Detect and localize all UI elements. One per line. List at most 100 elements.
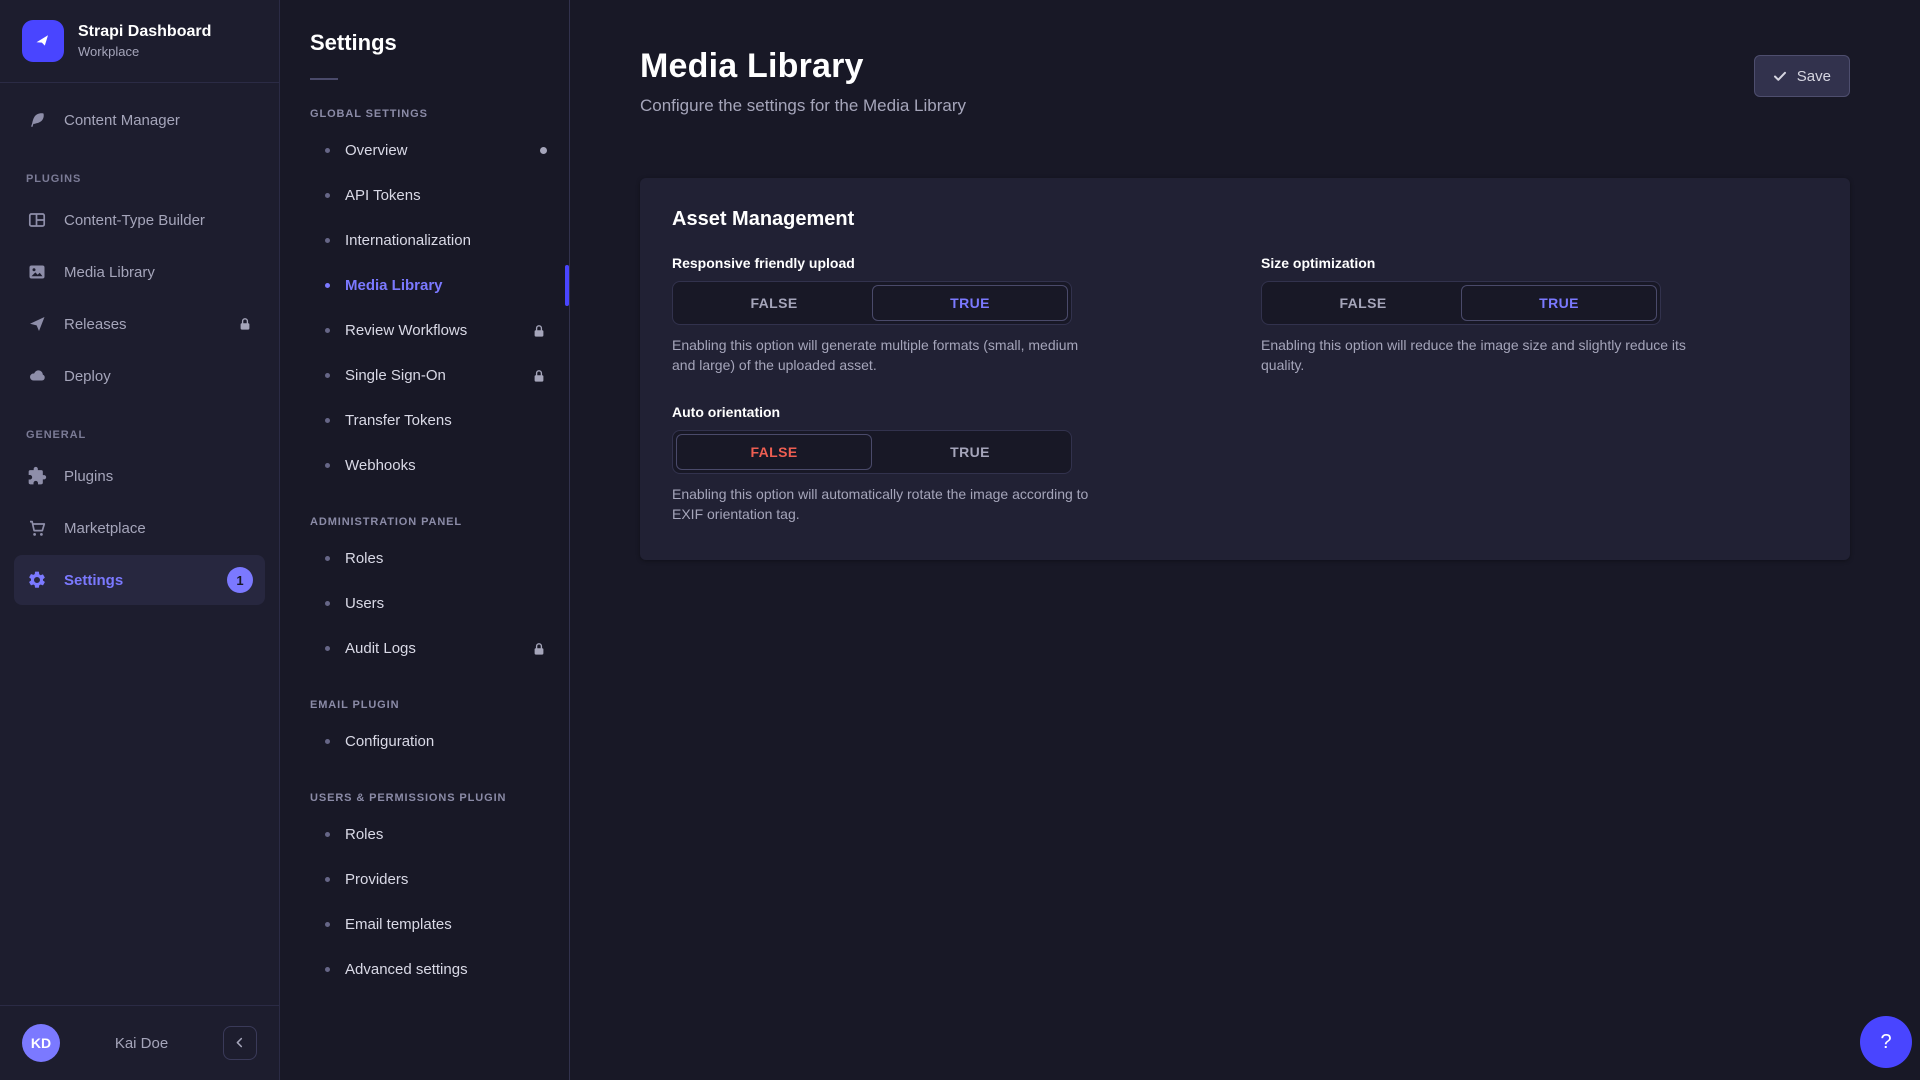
subnav-item-single-sign-on[interactable]: Single Sign-On	[280, 353, 569, 398]
nav-item-label: Deploy	[64, 368, 111, 385]
bullet-icon	[325, 283, 330, 288]
sidebar-footer: KD Kai Doe	[0, 1005, 279, 1080]
subnav-item-up-roles[interactable]: Roles	[280, 812, 569, 857]
main-content: Media Library Configure the settings for…	[570, 0, 1920, 1080]
user-name: Kai Doe	[60, 1035, 223, 1052]
nav-item-deploy[interactable]: Plugins Deploy	[14, 351, 265, 401]
field-label: Responsive friendly upload	[672, 255, 1229, 271]
subnav-item-media-library[interactable]: Media Library	[280, 263, 569, 308]
subnav-item-audit-logs[interactable]: Audit Logs	[280, 626, 569, 671]
bullet-icon	[325, 739, 330, 744]
size-optimization-toggle[interactable]: FALSE TRUE	[1261, 281, 1661, 325]
nav-section-plugins: PLUGINS	[0, 147, 279, 193]
responsive-friendly-upload-toggle[interactable]: FALSE TRUE	[672, 281, 1072, 325]
nav-item-content-type-builder[interactable]: Content-Type Builder	[14, 195, 265, 245]
lock-icon	[531, 323, 547, 339]
field-description: Enabling this option will generate multi…	[672, 335, 1100, 376]
save-button[interactable]: Save	[1754, 55, 1850, 97]
field-auto-orientation: Auto orientation FALSE TRUE Enabling thi…	[672, 404, 1229, 525]
field-responsive-friendly-upload: Responsive friendly upload FALSE TRUE En…	[672, 255, 1229, 376]
bullet-icon	[325, 646, 330, 651]
bullet-icon	[325, 556, 330, 561]
nav-item-label: Content-Type Builder	[64, 212, 205, 229]
page-subtitle: Configure the settings for the Media Lib…	[640, 96, 966, 116]
subnav-item-advanced-settings[interactable]: Advanced settings	[280, 947, 569, 992]
help-button[interactable]: ?	[1860, 1016, 1912, 1068]
subnav-item-webhooks[interactable]: Webhooks	[280, 443, 569, 488]
nav-item-label: Releases	[64, 316, 127, 333]
toggle-option-true[interactable]: TRUE	[872, 434, 1068, 470]
nav-item-media-library[interactable]: Media Library	[14, 247, 265, 297]
subnav-item-label: Audit Logs	[345, 640, 416, 657]
bullet-icon	[325, 373, 330, 378]
check-icon	[1773, 69, 1787, 83]
page-header: Media Library Configure the settings for…	[640, 47, 1850, 116]
subnav-section-administration-panel: ADMINISTRATION PANEL	[280, 488, 569, 536]
subnav-item-label: Roles	[345, 826, 383, 843]
subnav-item-label: Email templates	[345, 916, 452, 933]
subnav-item-roles[interactable]: Roles	[280, 536, 569, 581]
nav-item-label: Plugins	[64, 468, 113, 485]
page-title: Media Library	[640, 47, 966, 86]
nav-item-label: Marketplace	[64, 520, 146, 537]
bullet-icon	[325, 328, 330, 333]
cloud-icon	[26, 366, 47, 387]
nav-item-content-manager[interactable]: Content Manager	[14, 95, 265, 145]
subnav-item-overview[interactable]: Overview	[280, 128, 569, 173]
subnav-item-label: Media Library	[345, 277, 443, 294]
nav-item-plugins[interactable]: Plugins	[14, 451, 265, 501]
subnav-item-users[interactable]: Users	[280, 581, 569, 626]
auto-orientation-toggle[interactable]: FALSE TRUE	[672, 430, 1072, 474]
subnav-item-internationalization[interactable]: Internationalization	[280, 218, 569, 263]
subnav-item-api-tokens[interactable]: API Tokens	[280, 173, 569, 218]
toggle-option-false[interactable]: FALSE	[676, 285, 872, 321]
nav-item-settings[interactable]: Settings 1	[14, 555, 265, 605]
toggle-option-false[interactable]: FALSE	[1265, 285, 1461, 321]
collapse-sidebar-button[interactable]	[223, 1026, 257, 1060]
bullet-icon	[325, 922, 330, 927]
subnav-item-transfer-tokens[interactable]: Transfer Tokens	[280, 398, 569, 443]
toggle-option-false[interactable]: FALSE	[676, 434, 872, 470]
strapi-logo-icon	[22, 20, 64, 62]
subnav-item-label: Single Sign-On	[345, 367, 446, 384]
page-header-text: Media Library Configure the settings for…	[640, 47, 966, 116]
question-mark-icon: ?	[1880, 1031, 1891, 1054]
subnav-section-global-settings: GLOBAL SETTINGS	[280, 80, 569, 128]
subnav-title: Settings	[280, 30, 569, 56]
bullet-icon	[325, 601, 330, 606]
subnav-item-providers[interactable]: Providers	[280, 857, 569, 902]
brand-title: Strapi Dashboard	[78, 22, 211, 42]
subnav-item-configuration[interactable]: Configuration	[280, 719, 569, 764]
feather-pen-icon	[26, 110, 47, 131]
nav-item-marketplace[interactable]: Marketplace	[14, 503, 265, 553]
brand[interactable]: Strapi Dashboard Workplace	[0, 0, 279, 82]
subnav-item-review-workflows[interactable]: Review Workflows	[280, 308, 569, 353]
bullet-icon	[325, 418, 330, 423]
subnav-item-label: Roles	[345, 550, 383, 567]
asset-management-panel: Asset Management Responsive friendly upl…	[640, 178, 1850, 560]
subnav-item-label: API Tokens	[345, 187, 421, 204]
lock-icon	[237, 316, 253, 332]
active-indicator	[565, 265, 569, 306]
nav-item-releases[interactable]: Releases	[14, 299, 265, 349]
subnav-item-label: Providers	[345, 871, 408, 888]
avatar[interactable]: KD	[22, 1024, 60, 1062]
bullet-icon	[325, 463, 330, 468]
field-label: Auto orientation	[672, 404, 1229, 420]
subnav-item-label: Advanced settings	[345, 961, 468, 978]
bullet-icon	[325, 148, 330, 153]
subnav-item-label: Review Workflows	[345, 322, 467, 339]
paper-plane-icon	[26, 314, 47, 335]
settings-notification-badge: 1	[227, 567, 253, 593]
toggle-option-true[interactable]: TRUE	[1461, 285, 1657, 321]
subnav-item-label: Configuration	[345, 733, 434, 750]
cart-icon	[26, 518, 47, 539]
picture-icon	[26, 262, 47, 283]
layout-grid-icon	[26, 210, 47, 231]
subnav-section-email-plugin: EMAIL PLUGIN	[280, 671, 569, 719]
nav-item-label: Content Manager	[64, 112, 180, 129]
gear-icon	[26, 570, 47, 591]
settings-subnav: Settings GLOBAL SETTINGS Overview API To…	[280, 0, 570, 1080]
subnav-item-email-templates[interactable]: Email templates	[280, 902, 569, 947]
toggle-option-true[interactable]: TRUE	[872, 285, 1068, 321]
